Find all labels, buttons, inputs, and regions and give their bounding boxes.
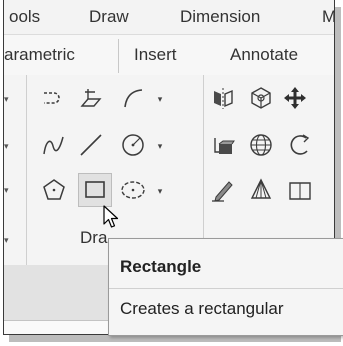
menu-item-dimension[interactable]: Dimension bbox=[180, 7, 260, 27]
menu-item-more[interactable]: M bbox=[322, 7, 334, 27]
pencil-tool[interactable] bbox=[206, 173, 240, 207]
mirror-tool[interactable] bbox=[206, 81, 240, 115]
line-icon bbox=[80, 134, 102, 156]
panel-separator bbox=[26, 75, 27, 265]
ribbon-tab-bar: arametric Insert Annotate bbox=[4, 34, 334, 76]
tooltip-description: Creates a rectangular bbox=[120, 299, 284, 318]
expand-left-icon[interactable]: ▾ bbox=[4, 94, 9, 105]
expand-left-icon[interactable]: ▾ bbox=[4, 235, 9, 246]
spline-tool[interactable] bbox=[37, 128, 71, 162]
tab-insert[interactable]: Insert bbox=[134, 45, 177, 65]
rectangle-tool[interactable] bbox=[78, 173, 112, 207]
ellipse-dropdown-icon[interactable]: ▾ bbox=[156, 187, 164, 196]
circle-icon bbox=[122, 134, 144, 156]
tab-separator bbox=[118, 39, 119, 73]
arc-dropdown-icon[interactable]: ▾ bbox=[156, 95, 164, 104]
tooltip-title: Rectangle bbox=[120, 257, 202, 276]
box-tool[interactable] bbox=[282, 173, 316, 207]
arc-tool[interactable] bbox=[116, 81, 150, 115]
circle-tool[interactable] bbox=[116, 128, 150, 162]
cone-tool[interactable] bbox=[244, 173, 278, 207]
extrude-tool[interactable] bbox=[206, 128, 240, 162]
move-tool[interactable] bbox=[278, 81, 312, 115]
polygon-icon bbox=[43, 179, 65, 200]
rectangle-icon bbox=[85, 181, 105, 198]
draw-panel-label[interactable]: Dra bbox=[80, 228, 107, 248]
ellipse-tool[interactable] bbox=[116, 173, 150, 207]
pencil-icon bbox=[212, 181, 233, 202]
region-icon bbox=[80, 89, 102, 107]
menu-item-tools[interactable]: ools bbox=[9, 7, 40, 27]
move-icon bbox=[284, 87, 306, 109]
spline-icon bbox=[43, 136, 64, 155]
sphere-tool[interactable] bbox=[244, 128, 278, 162]
arc-icon bbox=[124, 89, 143, 108]
mouse-cursor-icon bbox=[103, 205, 121, 229]
intersect-icon bbox=[251, 87, 271, 109]
menu-bar: ools Draw Dimension M bbox=[4, 0, 334, 34]
ellipse-icon bbox=[121, 181, 145, 199]
polyline-icon bbox=[44, 92, 60, 104]
rotate-icon bbox=[290, 134, 310, 155]
expand-left-icon[interactable]: ▾ bbox=[4, 141, 9, 152]
mirror-icon bbox=[214, 88, 233, 109]
tab-annotate[interactable]: Annotate bbox=[230, 45, 298, 65]
expand-left-icon[interactable]: ▾ bbox=[4, 185, 9, 196]
box-icon bbox=[289, 182, 311, 200]
line-tool[interactable] bbox=[74, 128, 108, 162]
region-tool[interactable] bbox=[74, 81, 108, 115]
tooltip-divider bbox=[109, 288, 343, 289]
cone-icon bbox=[250, 178, 272, 199]
extrude-icon bbox=[214, 138, 235, 154]
panel-separator bbox=[203, 75, 204, 265]
rectangle-tooltip: Rectangle Creates a rectangular bbox=[108, 238, 343, 336]
intersect-tool[interactable] bbox=[244, 81, 278, 115]
circle-dropdown-icon[interactable]: ▾ bbox=[156, 142, 164, 151]
polyline-tool[interactable] bbox=[37, 81, 71, 115]
menu-item-draw[interactable]: Draw bbox=[89, 7, 129, 27]
tab-parametric[interactable]: arametric bbox=[4, 45, 75, 65]
sphere-icon bbox=[250, 134, 272, 156]
rotate-tool[interactable] bbox=[282, 128, 316, 162]
ribbon-panel: ▾ ▾ ▾ ▾ ▾ ▾ ▾ Dra bbox=[4, 75, 334, 265]
polygon-tool[interactable] bbox=[37, 173, 71, 207]
